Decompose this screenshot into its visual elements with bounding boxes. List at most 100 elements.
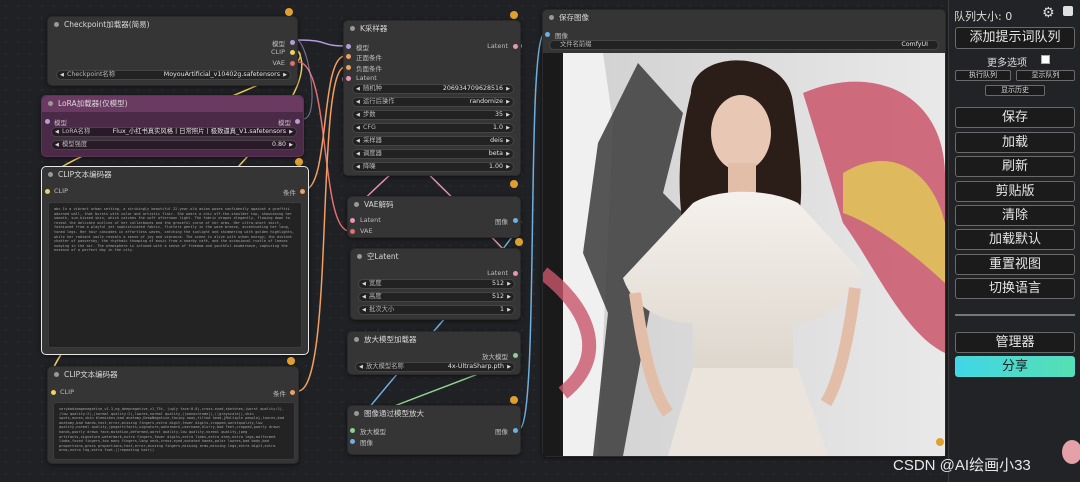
input-model-pin[interactable] — [346, 44, 351, 49]
vae-decode-node[interactable]: VAE解码 Latent VAE 图像 — [347, 196, 521, 238]
arrow-left-icon[interactable]: ◀ — [356, 150, 360, 158]
input-negative-pin[interactable] — [346, 65, 351, 70]
checkpoint-loader-node[interactable]: Checkpoint加载器(简易) 模型 CLIP VAE ◀ Checkpoi… — [47, 16, 298, 86]
input-latent-pin[interactable] — [346, 76, 351, 81]
arrow-left-icon[interactable]: ◀ — [359, 363, 363, 371]
image-upscale-with-model-node[interactable]: 图像通过模型放大 放大模型 图像 图像 — [347, 405, 521, 455]
output-model-pin[interactable] — [295, 119, 300, 124]
width-widget[interactable]: ◀ 宽度 512 ▶ — [358, 279, 515, 289]
output-latent-pin[interactable] — [513, 271, 518, 276]
add-prompt-queue-button[interactable]: 添加提示词队列 — [955, 27, 1075, 49]
arrow-left-icon[interactable]: ◀ — [356, 163, 360, 171]
generated-image-preview — [543, 53, 945, 456]
show-history-button[interactable]: 显示历史 — [985, 85, 1045, 96]
load-default-button[interactable]: 加载默认 — [955, 229, 1075, 250]
arrow-right-icon[interactable]: ▶ — [283, 71, 287, 79]
output-model-pin[interactable] — [290, 40, 295, 45]
save-image-node[interactable]: 保存图像 图像 文件名前缀 ComfyUI — [542, 9, 946, 457]
clip-text-encode-negative-node[interactable]: CLIP文本编码器 CLIP 条件 verybadimagenegative_v… — [47, 366, 299, 464]
input-vae-pin[interactable] — [350, 229, 355, 234]
arrow-left-icon[interactable]: ◀ — [356, 124, 360, 132]
output-image-pin[interactable] — [513, 218, 518, 223]
input-latent-pin[interactable] — [350, 218, 355, 223]
manager-button[interactable]: 管理器 — [955, 332, 1075, 353]
arrow-right-icon[interactable]: ▶ — [506, 85, 510, 93]
load-button[interactable]: 加载 — [955, 132, 1075, 153]
steps-widget[interactable]: ◀ 步数 35 ▶ — [352, 110, 514, 120]
arrow-right-icon[interactable]: ▶ — [506, 137, 510, 145]
arrow-right-icon[interactable]: ▶ — [507, 280, 511, 288]
batch-size-widget[interactable]: ◀ 批次大小 1 ▶ — [358, 305, 515, 315]
arrow-right-icon[interactable]: ▶ — [506, 111, 510, 119]
control-after-generate-widget[interactable]: ◀ 运行后操作 randomize ▶ — [352, 97, 514, 107]
input-image-pin[interactable] — [545, 32, 550, 37]
output-clip-pin[interactable] — [290, 50, 295, 55]
input-upscale-model-pin[interactable] — [350, 428, 355, 433]
upscale-model-name-widget[interactable]: ◀ 放大模型名称 4x-UltraSharp.pth ▶ — [355, 362, 515, 372]
arrow-left-icon[interactable]: ◀ — [356, 85, 360, 93]
arrow-right-icon[interactable]: ▶ — [506, 124, 510, 132]
lora-loader-node[interactable]: LoRA加载器(仅模型) 模型 模型 ◀ LoRA名称 Flux_小红书真实风格… — [41, 95, 304, 157]
arrow-left-icon[interactable]: ◀ — [362, 293, 366, 301]
arrow-left-icon[interactable]: ◀ — [60, 71, 64, 79]
scheduler-widget[interactable]: ◀ 调度器 beta ▶ — [352, 149, 514, 159]
seed-widget[interactable]: ◀ 随机种 206934709628516 ▶ — [352, 84, 514, 94]
run-queue-button[interactable]: 执行队列 — [955, 70, 1011, 81]
sampler-widget[interactable]: ◀ 采样器 deis ▶ — [352, 136, 514, 146]
arrow-right-icon[interactable]: ▶ — [506, 150, 510, 158]
output-latent-pin[interactable] — [513, 44, 518, 49]
more-options-checkbox[interactable] — [1041, 55, 1050, 64]
positive-prompt-textarea[interactable]: abc In a vibrant urban setting, a striki… — [48, 202, 302, 348]
arrow-right-icon[interactable]: ▶ — [289, 141, 293, 149]
upscale-model-loader-node[interactable]: 放大模型加载器 放大模型 ◀ 放大模型名称 4x-UltraSharp.pth ▶ — [347, 331, 521, 375]
output-conditioning-pin[interactable] — [290, 390, 295, 395]
cfg-widget[interactable]: ◀ CFG 1.0 ▶ — [352, 123, 514, 133]
reset-view-button[interactable]: 重置视图 — [955, 254, 1075, 275]
input-clip-pin[interactable] — [51, 390, 56, 395]
arrow-left-icon[interactable]: ◀ — [356, 137, 360, 145]
lora-strength-widget[interactable]: ◀ 模型强度 0.80 ▶ — [51, 140, 297, 150]
arrow-right-icon[interactable]: ▶ — [507, 293, 511, 301]
output-image-pin[interactable] — [513, 428, 518, 433]
filename-prefix-widget[interactable]: 文件名前缀 ComfyUI — [549, 40, 939, 50]
arrow-left-icon[interactable]: ◀ — [362, 280, 366, 288]
arrow-right-icon[interactable]: ▶ — [506, 163, 510, 171]
node-badge-icon — [295, 158, 303, 166]
clear-button[interactable]: 清除 — [955, 205, 1075, 226]
arrow-left-icon[interactable]: ◀ — [55, 141, 59, 149]
output-vae-pin[interactable] — [290, 61, 295, 66]
lora-name-widget[interactable]: ◀ LoRA名称 Flux_小红书真实风格丨日常照片丨极致逼真_V1.safet… — [51, 127, 297, 137]
refresh-button[interactable]: 刷新 — [955, 156, 1075, 177]
arrow-right-icon[interactable]: ▶ — [506, 98, 510, 106]
input-latent: Latent — [360, 216, 381, 224]
share-button[interactable]: 分享 — [955, 356, 1075, 377]
input-positive: 正面条件 — [356, 54, 382, 62]
ksampler-node[interactable]: K采样器 模型 正面条件 负面条件 Latent Latent ◀ 随机种 2069… — [343, 20, 521, 176]
close-icon[interactable] — [1063, 6, 1073, 16]
input-clip-pin[interactable] — [45, 189, 50, 194]
queue-side-panel: 队列大小: 0 ⚙ 添加提示词队列 更多选项 执行队列 显示队列 显示历史 保存… — [948, 0, 1080, 482]
input-positive-pin[interactable] — [346, 54, 351, 59]
arrow-left-icon[interactable]: ◀ — [55, 128, 59, 136]
arrow-left-icon[interactable]: ◀ — [356, 98, 360, 106]
arrow-right-icon[interactable]: ▶ — [507, 363, 511, 371]
denoise-widget[interactable]: ◀ 降噪 1.00 ▶ — [352, 162, 514, 172]
show-queue-button[interactable]: 显示队列 — [1016, 70, 1075, 81]
arrow-left-icon[interactable]: ◀ — [356, 111, 360, 119]
arrow-right-icon[interactable]: ▶ — [507, 306, 511, 314]
gear-icon[interactable]: ⚙ — [1042, 5, 1055, 21]
empty-latent-node[interactable]: 空Latent Latent ◀ 宽度 512 ▶ ◀ 高度 512 ▶ ◀ 批次大小 1 ▶ — [350, 248, 521, 320]
output-conditioning-pin[interactable] — [300, 189, 305, 194]
height-widget[interactable]: ◀ 高度 512 ▶ — [358, 292, 515, 302]
arrow-left-icon[interactable]: ◀ — [362, 306, 366, 314]
switch-language-button[interactable]: 切换语言 — [955, 278, 1075, 299]
checkpoint-name-widget[interactable]: ◀ Checkpoint名称 MoyouArtificial_v10402g.s… — [56, 70, 291, 80]
negative-prompt-textarea[interactable]: verybadimagenegative_v1.3,ng_deepnegativ… — [53, 402, 295, 460]
input-model-pin[interactable] — [45, 119, 50, 124]
clip-text-encode-positive-node[interactable]: CLIP文本编码器 CLIP 条件 abc In a vibrant urban… — [41, 166, 309, 355]
arrow-right-icon[interactable]: ▶ — [289, 128, 293, 136]
clipspace-button[interactable]: 剪贴版 — [955, 181, 1075, 202]
save-button[interactable]: 保存 — [955, 107, 1075, 128]
input-image-pin[interactable] — [350, 439, 355, 444]
output-upscale-model-pin[interactable] — [513, 353, 518, 358]
